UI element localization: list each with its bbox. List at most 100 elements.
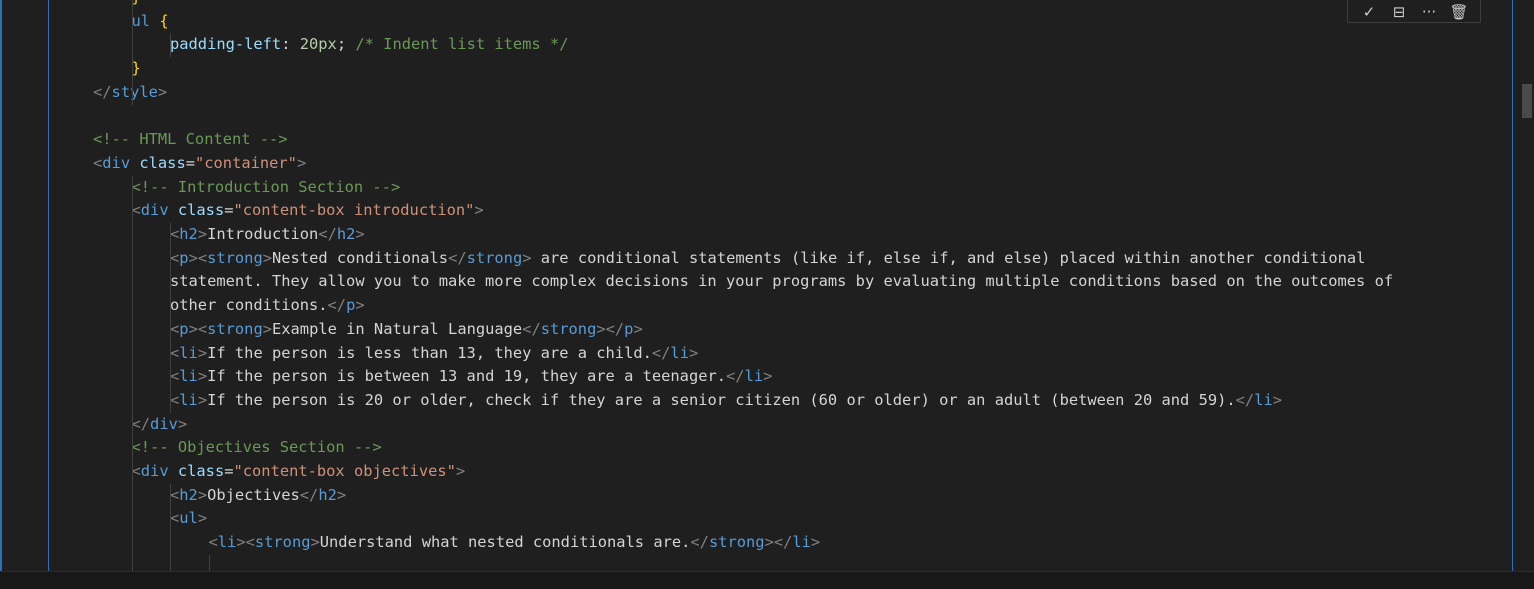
code-token: </	[726, 367, 745, 386]
code-line[interactable]: <li>If the person is between 13 and 19, …	[170, 365, 772, 388]
code-token: </	[299, 485, 319, 504]
code-token: p	[179, 319, 189, 338]
code-token: "content-box objectives"	[233, 462, 456, 480]
code-token: >	[522, 248, 532, 267]
code-token: >	[474, 201, 484, 220]
code-token: Introduction	[207, 225, 319, 243]
code-token: h2	[336, 225, 356, 243]
code-token: =	[224, 201, 234, 220]
code-token: "content-box introduction"	[233, 201, 475, 220]
code-token: /* Indent list items */	[355, 35, 569, 54]
code-token: If the person is between 13 and 19, they…	[207, 367, 727, 386]
code-token: h2	[179, 485, 198, 504]
code-line[interactable]: <!-- Introduction Section -->	[132, 176, 401, 199]
code-token: <	[170, 319, 180, 338]
code-token: </	[93, 82, 112, 101]
code-token: >	[197, 485, 208, 504]
code-token: }	[131, 59, 141, 78]
code-token: style	[111, 82, 158, 101]
code-token: >	[197, 367, 208, 386]
code-line[interactable]: }	[132, 0, 141, 9]
code-line[interactable]: <div class="container">	[93, 152, 306, 175]
cell-toolbar: ✓ ⊟ ··· 🗑	[1347, 0, 1481, 23]
code-token: <	[170, 343, 180, 362]
code-token: </	[651, 343, 671, 362]
code-token: >	[197, 225, 208, 243]
code-token: ul	[179, 509, 198, 528]
code-token: <	[170, 485, 180, 504]
indent-guide	[131, 0, 133, 105]
code-token: >	[355, 296, 365, 315]
code-token: are conditional statements (like if, els…	[531, 248, 1366, 267]
code-line[interactable]: <!-- Objectives Section -->	[132, 436, 382, 459]
code-token: >	[355, 225, 365, 243]
code-token: <	[131, 201, 141, 220]
code-token: other conditions.	[170, 296, 328, 315]
code-token: >	[177, 414, 188, 433]
code-token: <	[170, 225, 180, 243]
indent-guide	[131, 175, 133, 571]
code-token: Example in Natural Language	[272, 319, 523, 338]
code-token: </	[131, 414, 151, 433]
code-token: li	[179, 367, 198, 386]
code-token: padding-left	[170, 35, 282, 54]
code-token: }	[132, 0, 141, 6]
code-token: >	[763, 367, 773, 386]
code-token: >	[262, 248, 272, 267]
code-token: =	[224, 462, 234, 480]
code-token: >	[810, 533, 821, 552]
trash-icon[interactable]: 🗑	[1448, 2, 1470, 22]
code-token: strong	[540, 319, 597, 338]
code-line[interactable]: }	[132, 57, 141, 80]
code-token: 20px	[299, 35, 337, 54]
code-line[interactable]: <h2>Objectives</h2>	[170, 484, 346, 507]
code-token: </	[448, 248, 467, 267]
code-line[interactable]: <li><strong>Understand what nested condi…	[209, 531, 821, 554]
code-token: <	[208, 533, 218, 552]
code-line[interactable]: <!-- HTML Content -->	[93, 128, 288, 151]
code-line[interactable]: <div class="content-box objectives">	[132, 460, 466, 483]
code-line[interactable]: padding-left: 20px; /* Indent list items…	[170, 33, 569, 56]
code-token: <!-- Objectives Section -->	[131, 438, 382, 457]
code-token: <!-- HTML Content -->	[93, 130, 288, 149]
ellipsis-icon[interactable]: ···	[1418, 2, 1440, 22]
code-token: <	[170, 248, 180, 267]
panel-tab-bar	[0, 571, 1534, 589]
code-token: strong	[207, 319, 263, 338]
code-token: If the person is less than 13, they are …	[207, 343, 652, 362]
code-token: ul	[131, 11, 151, 30]
code-line[interactable]: <p><strong>Nested conditionals</strong> …	[170, 247, 1365, 270]
check-icon[interactable]: ✓	[1358, 2, 1380, 22]
code-line[interactable]: <ul>	[170, 507, 207, 530]
code-token: </	[327, 296, 347, 315]
split-cell-icon[interactable]: ⊟	[1388, 2, 1410, 22]
code-token: {	[159, 11, 169, 30]
code-token: If the person is 20 or older, check if t…	[207, 390, 1236, 409]
code-token: <	[170, 509, 180, 528]
scrollbar-thumb[interactable]	[1522, 84, 1532, 118]
code-line[interactable]: <h2>Introduction</h2>	[170, 223, 365, 246]
code-token: h2	[179, 225, 198, 243]
code-line[interactable]: statement. They allow you to make more c…	[170, 270, 1393, 293]
code-line[interactable]: <p><strong>Example in Natural Language</…	[170, 318, 643, 341]
cell-focus-indicator	[0, 0, 2, 571]
code-token: <	[170, 390, 180, 409]
code-line[interactable]: </div>	[132, 413, 188, 436]
indent-guide	[170, 33, 171, 58]
code-token: >	[1272, 390, 1283, 409]
notebook-editor[interactable]: } ul {padding-left: 20px; /* Indent list …	[0, 0, 1534, 571]
code-line[interactable]: other conditions.</p>	[170, 294, 365, 317]
code-line[interactable]: <li>If the person is less than 13, they …	[170, 342, 698, 365]
code-line[interactable]: ul {	[132, 10, 169, 33]
code-token: >	[157, 82, 168, 101]
code-line[interactable]: </style>	[93, 81, 167, 104]
code-token: >	[688, 343, 699, 362]
code-token: =	[185, 153, 195, 172]
code-line[interactable]: <li>If the person is 20 or older, check …	[170, 389, 1282, 412]
code-token: ><	[188, 248, 208, 267]
code-token: >	[197, 509, 208, 528]
code-token: li	[744, 367, 764, 386]
code-line[interactable]: <div class="content-box introduction">	[132, 199, 484, 222]
